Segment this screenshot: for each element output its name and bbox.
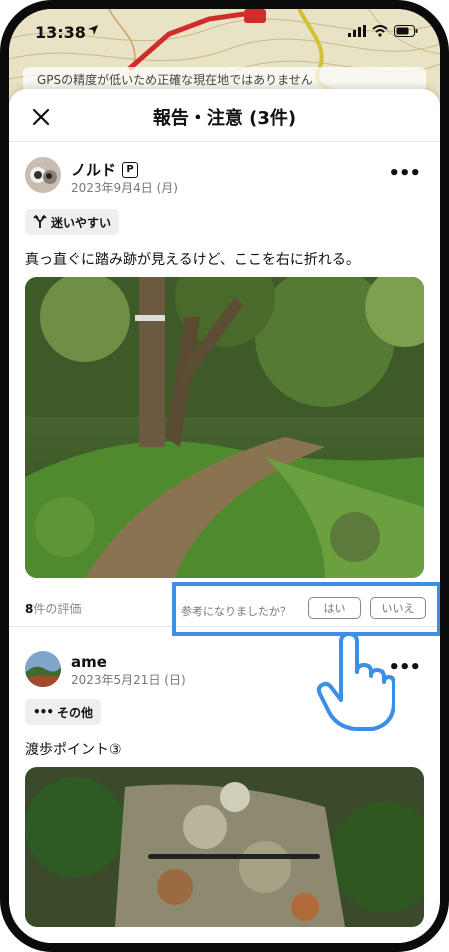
report-photo[interactable] [25,277,424,578]
status-bar: 13:38 [9,9,440,53]
category-tag-label: 迷いやすい [51,215,112,230]
wifi-icon [372,25,388,37]
username[interactable]: ame [71,653,107,671]
gps-warning-banner: GPSの精度が低いため正確な現在地ではありません [23,67,426,91]
pointing-hand-icon [316,632,395,731]
post-date: 2023年9月4日 (月) [71,181,178,195]
rating-count: 8件の評価 [25,600,81,617]
report-photo[interactable] [25,767,424,927]
sheet-title: 報告・注意 (3件) [152,108,297,129]
battery-icon [394,25,418,37]
screen: 13:38 GPSの精度が低いため正確な現在地ではありません 報告・注意 (3件… [9,9,440,943]
category-tag: ••• その他 [25,699,102,725]
phone-frame: 13:38 GPSの精度が低いため正確な現在地ではありません 報告・注意 (3件… [0,0,449,952]
premium-badge-icon: P [122,161,139,178]
highlight-box [172,582,440,636]
reports-sheet: 報告・注意 (3件) ノルド P 2023年9月4日 (月) ••• 迷いやすい… [9,89,440,943]
sheet-header: 報告・注意 (3件) [9,89,440,142]
report-text: 真っ直ぐに踏み跡が見えるけど、ここを右に折れる。 [25,252,360,268]
post-date: 2023年5月21日 (日) [71,673,186,687]
avatar[interactable] [25,651,61,687]
home-indicator[interactable] [148,854,320,859]
more-options-icon[interactable]: ••• [388,163,421,184]
status-icons [348,25,418,37]
category-tag: 迷いやすい [25,209,120,235]
signal-icon [348,25,366,37]
more-dots-icon: ••• [33,705,54,719]
username-text: ame [71,653,107,671]
status-time: 13:38 [35,23,86,42]
report-text: 渡歩ポイント③ [25,742,122,758]
category-tag-label: その他 [57,705,94,720]
rating-count-suffix: 件の評価 [33,602,82,616]
fork-path-icon [33,215,47,228]
location-arrow-icon [88,25,98,35]
username[interactable]: ノルド P [71,159,139,180]
username-text: ノルド [71,161,117,179]
avatar[interactable] [25,157,61,193]
